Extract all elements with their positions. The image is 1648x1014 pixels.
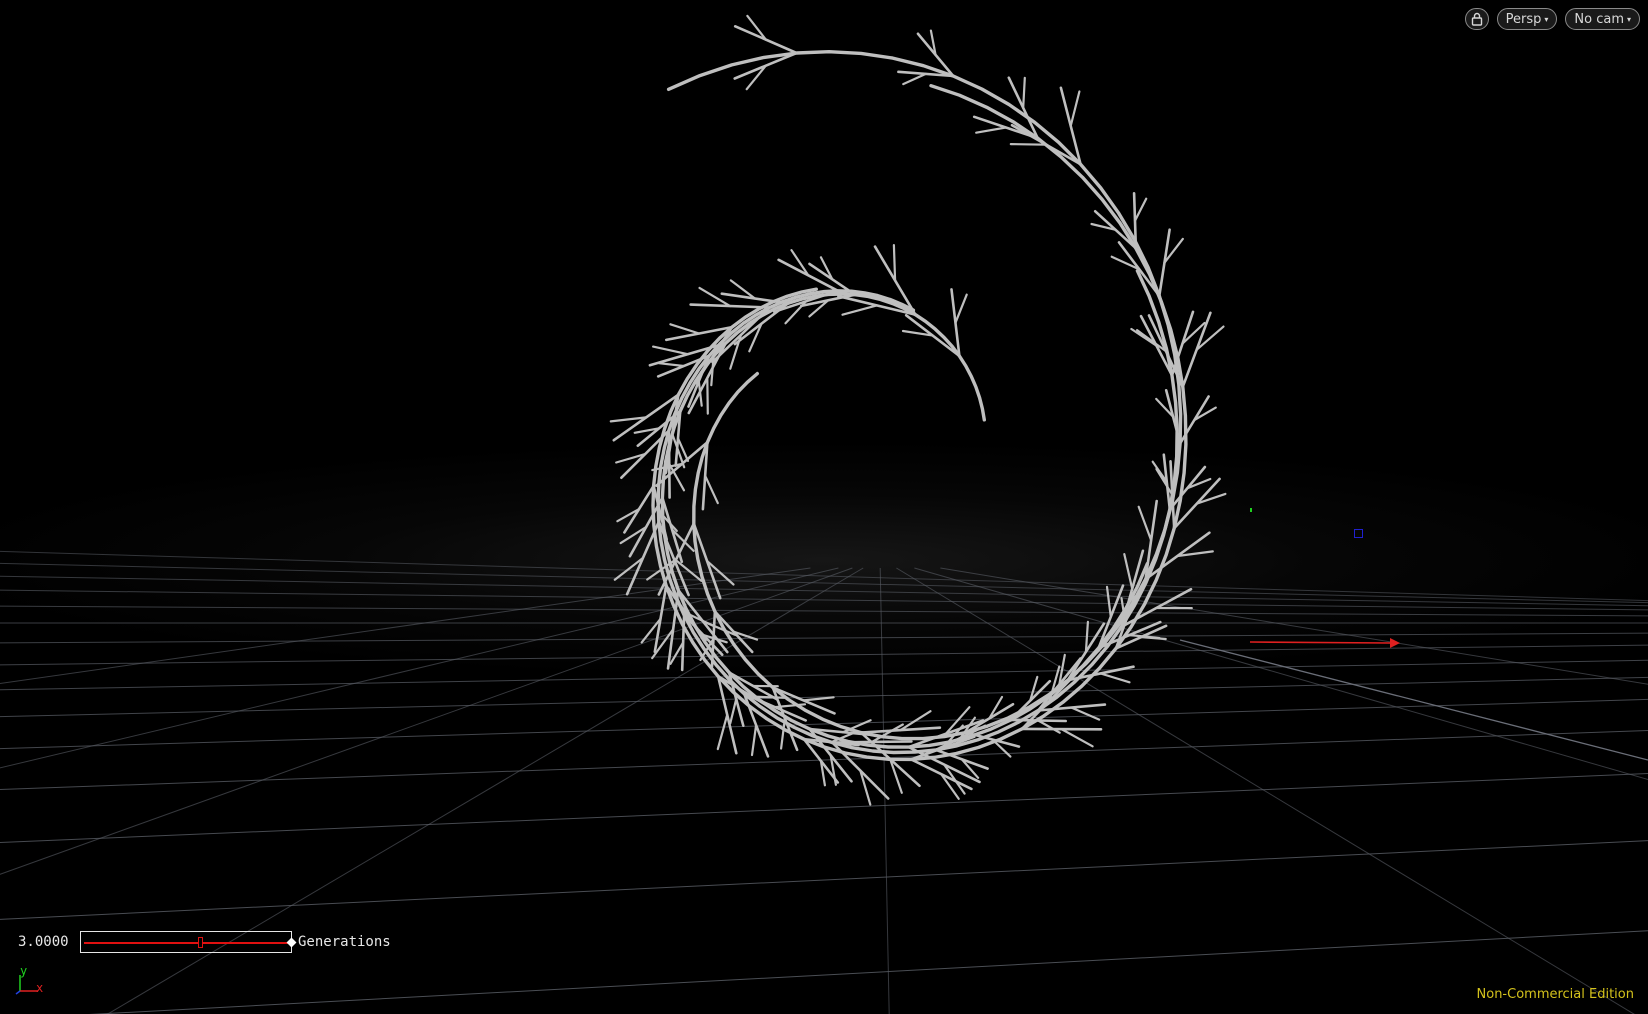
camera-label: No cam	[1574, 11, 1624, 27]
twig	[669, 323, 701, 335]
camera-menu[interactable]: No cam ▾	[1565, 8, 1640, 30]
twig	[716, 713, 729, 751]
generations-value[interactable]: 3.0000	[18, 934, 74, 950]
generations-parameter: 3.0000 Generations	[18, 930, 391, 954]
twig	[1105, 585, 1112, 618]
slider-track	[84, 942, 288, 944]
twig	[1133, 197, 1148, 222]
twig	[676, 437, 690, 462]
twig	[954, 293, 968, 324]
chevron-down-icon: ▾	[1626, 14, 1631, 24]
generations-label: Generations	[298, 934, 391, 950]
twig	[892, 244, 897, 282]
3d-viewport[interactable]	[0, 0, 1648, 1014]
twig	[658, 362, 685, 368]
twig	[729, 698, 738, 725]
twig	[1009, 143, 1048, 146]
spiral-tree-geometry	[609, 14, 1227, 806]
twig	[902, 72, 927, 86]
twig	[669, 641, 685, 665]
twig	[1022, 76, 1026, 110]
slider-thumb[interactable]	[198, 937, 203, 948]
lock-icon	[1471, 12, 1483, 26]
axis-x-label: x	[36, 981, 44, 995]
twig	[1137, 505, 1153, 542]
twig	[1099, 672, 1131, 684]
chevron-down-icon: ▾	[1544, 14, 1549, 24]
twig	[750, 724, 758, 757]
twig	[1069, 90, 1081, 128]
twig	[652, 345, 689, 356]
twig	[1060, 728, 1094, 748]
twig	[698, 286, 732, 308]
twig	[975, 126, 1007, 134]
transform-handle[interactable]	[1354, 529, 1363, 538]
twig	[704, 474, 719, 505]
slider-end-knob[interactable]	[286, 937, 297, 948]
twig	[1070, 706, 1101, 721]
spiral-branch	[651, 84, 1188, 762]
lock-camera-button[interactable]	[1464, 8, 1489, 30]
edition-watermark: Non-Commercial Edition	[1476, 987, 1634, 1002]
twig	[1123, 553, 1134, 590]
view-type-label: Persp	[1505, 11, 1542, 27]
twig	[1037, 719, 1061, 734]
viewport-toolbar: Persp ▾ No cam ▾	[1464, 8, 1640, 30]
axes-gizmo: y x	[14, 965, 50, 995]
twig	[841, 304, 878, 316]
generations-slider[interactable]	[80, 931, 297, 953]
twig	[802, 696, 835, 702]
view-type-menu[interactable]: Persp ▾	[1496, 8, 1558, 30]
axis-y-label: y	[20, 964, 28, 978]
twig	[1128, 633, 1161, 640]
twig	[706, 377, 709, 415]
